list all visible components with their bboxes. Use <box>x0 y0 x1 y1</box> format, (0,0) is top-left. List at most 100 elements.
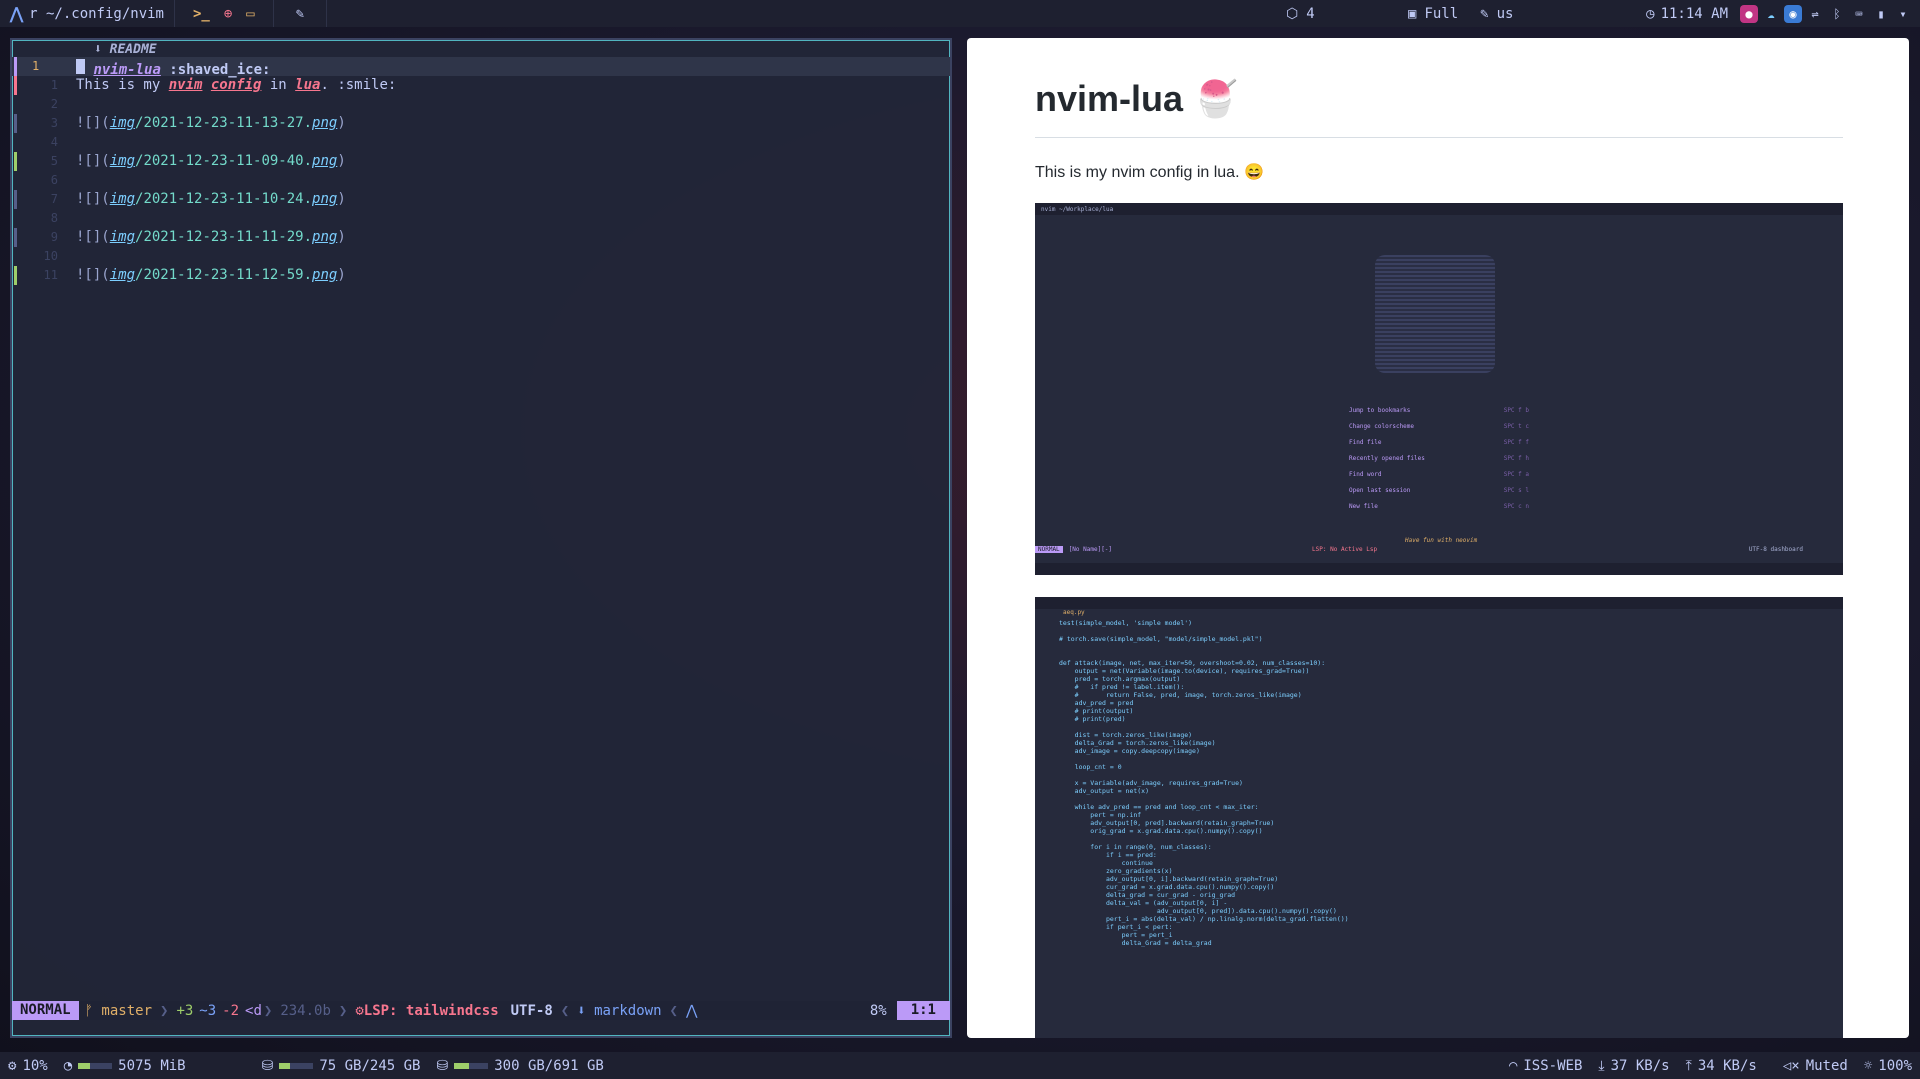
token: ) <box>337 229 346 245</box>
git-sign <box>12 76 24 95</box>
weather-tray-icon[interactable]: ☁ <box>1762 5 1780 23</box>
buffer-line[interactable]: 7 ![](img/2021-12-23-11-10-24.png) <box>12 190 950 209</box>
feather-icon[interactable]: ✎ <box>296 6 304 22</box>
markdown-preview[interactable]: nvim-lua 🍧 This is my nvim config in lua… <box>967 38 1909 1038</box>
token: config <box>210 77 262 93</box>
page-title-text: nvim-lua <box>1035 78 1184 119</box>
token: /2021-12-23-11-11-29. <box>135 229 313 245</box>
dashboard-menu-item: New file SPC c n <box>1349 503 1529 519</box>
dashboard-menu-label: New file <box>1349 503 1378 510</box>
wifi-icon[interactable]: ▾ <box>1894 5 1912 23</box>
line-content: ![](img/2021-12-23-11-13-27.png) <box>68 114 346 133</box>
code-line: delta_Grad = delta_grad <box>1059 939 1212 947</box>
dashboard-menu: Jump to bookmarks SPC f b Change colorsche… <box>1349 407 1529 519</box>
buffer-line[interactable]: 6 <box>12 171 950 190</box>
dashboard-menu-key: SPC f h <box>1503 455 1529 462</box>
clock-icon: ◷ <box>1646 5 1655 22</box>
disk2-usage: 300 GB/691 GB <box>494 1057 604 1074</box>
download-icon: ⤓ <box>1598 1057 1605 1074</box>
buffer-line[interactable]: 10 <box>12 247 950 266</box>
git-sign <box>12 57 24 76</box>
firefox-tray-icon[interactable]: ● <box>1740 4 1758 23</box>
vpn-tray-icon[interactable]: ◉ <box>1784 4 1802 23</box>
line-number: 7 <box>50 192 58 206</box>
buffer-line[interactable]: 1 nvim-lua :shaved_ice: <box>12 57 950 78</box>
git-branch-icon: ᚠ <box>84 1002 102 1019</box>
screenshot-mode: NORMAL <box>1035 545 1063 553</box>
terminal-icon[interactable]: >_ <box>193 6 210 22</box>
screenshot-lsp: LSP: No Active Lsp <box>1312 545 1378 553</box>
token: ![]( <box>76 115 110 131</box>
speaker-muted-icon: ◁× <box>1782 1057 1800 1074</box>
nvim-window[interactable]: ⬇ README 1 nvim-lua :shaved_ice: 1 This is… <box>10 38 952 1038</box>
token: in <box>261 77 296 93</box>
layout-indicator[interactable]: ▣ Full ✎ us <box>1408 0 1513 27</box>
arch-logo-icon[interactable]: ⋀ <box>10 4 23 23</box>
memory-widget[interactable]: ◔ 5075 MiB <box>56 1058 194 1074</box>
buffer-lines[interactable]: 1 nvim-lua :shaved_ice: 1 This is my nvim … <box>12 57 950 285</box>
download-widget: ⤓ 37 KB/s <box>1590 1058 1677 1074</box>
winbar-filename: README <box>109 42 157 57</box>
dashboard-menu-item: Change colorscheme SPC t c <box>1349 423 1529 439</box>
code-line: cur_grad = x.grad.data.cpu().numpy().cop… <box>1059 883 1275 891</box>
dashboard-menu-item: Find word SPC f a <box>1349 471 1529 487</box>
clock[interactable]: 11:14 AM <box>1661 6 1728 22</box>
volume-widget[interactable]: ◁× Muted <box>1775 1058 1856 1074</box>
buffer-line[interactable]: 2 <box>12 95 950 114</box>
line-content <box>68 247 76 266</box>
network-tray-icon[interactable]: ⇌ <box>1806 5 1824 23</box>
separator-icon: ❯ <box>160 1002 169 1019</box>
cpu-widget[interactable]: ⚙ 10% <box>0 1058 56 1074</box>
separator-icon: ❯ <box>338 1002 348 1019</box>
git-sign <box>12 209 24 228</box>
code-line: if pert_i < pert: <box>1059 923 1173 931</box>
scroll-percent: 8% <box>869 1002 887 1019</box>
code-line: adv_output[0, i].backward(retain_graph=T… <box>1059 875 1279 883</box>
code-line: def attack(image, net, max_iter=50, over… <box>1059 659 1326 667</box>
bluetooth-icon[interactable]: ᛒ <box>1828 5 1846 23</box>
buffer-line[interactable]: 11 ![](img/2021-12-23-11-12-59.png) <box>12 266 950 285</box>
code-line: continue <box>1059 859 1153 867</box>
dashboard-menu-key: SPC s l <box>1503 487 1529 494</box>
line-number: 4 <box>50 135 58 149</box>
line-number: 11 <box>43 268 58 282</box>
dashboard-menu-label: Change colorscheme <box>1349 423 1415 430</box>
git-sign-bar <box>14 114 17 133</box>
battery-icon[interactable]: ▮ <box>1872 5 1890 23</box>
disk2-widget[interactable]: ⛁ 300 GB/691 GB <box>429 1058 612 1074</box>
buffer-line[interactable]: 3 ![](img/2021-12-23-11-13-27.png) <box>12 114 950 133</box>
markdown-icon: ⬇ <box>94 42 110 57</box>
git-sign-bar <box>14 152 17 171</box>
dashboard-menu-key: SPC f f <box>1503 439 1529 446</box>
pen-icon: ✎ <box>1480 5 1489 22</box>
path-segment[interactable]: ⋀ r ~/.config/nvim <box>0 0 174 27</box>
web-icon[interactable]: ⊕ <box>224 6 232 22</box>
token: nvim <box>168 77 203 93</box>
buffer-line[interactable]: 4 <box>12 133 950 152</box>
buffer-line[interactable]: 9 ![](img/2021-12-23-11-11-29.png) <box>12 228 950 247</box>
buffer-line[interactable]: 1 This is my nvim config in lua. :smile: <box>12 76 950 95</box>
wifi-widget[interactable]: ◠ ISS-WEB <box>1501 1058 1590 1074</box>
code-line: pert_i = abs(delta_val) / np.linalg.norm… <box>1059 915 1349 923</box>
workspaces-indicator[interactable]: ⬡ 4 <box>1286 0 1315 27</box>
disk1-widget[interactable]: ⛁ 75 GB/245 GB <box>254 1058 429 1074</box>
dashboard-menu-key: SPC f a <box>1503 471 1529 478</box>
git-branch: ᚠ master <box>79 1003 158 1019</box>
separator-icon: ❯ <box>263 1002 273 1019</box>
brightness-widget[interactable]: ☼ 100% <box>1856 1058 1920 1074</box>
disk-icon: ⛁ <box>261 1057 274 1074</box>
cube-icon: ⬡ <box>1286 5 1299 22</box>
token: ) <box>337 153 346 169</box>
upload-speed: 34 KB/s <box>1697 1057 1757 1074</box>
code-line: adv_output[0, pred].backward(retain_grap… <box>1059 819 1275 827</box>
page-title: nvim-lua 🍧 <box>1035 78 1238 120</box>
token: png <box>312 115 338 131</box>
dashboard-menu-key: SPC t c <box>1503 423 1529 430</box>
folder-icon[interactable]: ▭ <box>246 6 254 22</box>
buffer-line[interactable]: 8 <box>12 209 950 228</box>
keyboard-icon[interactable]: ⌨ <box>1850 5 1868 23</box>
buffer-line[interactable]: 5 ![](img/2021-12-23-11-09-40.png) <box>12 152 950 171</box>
git-removed: -2 <box>222 1002 240 1019</box>
